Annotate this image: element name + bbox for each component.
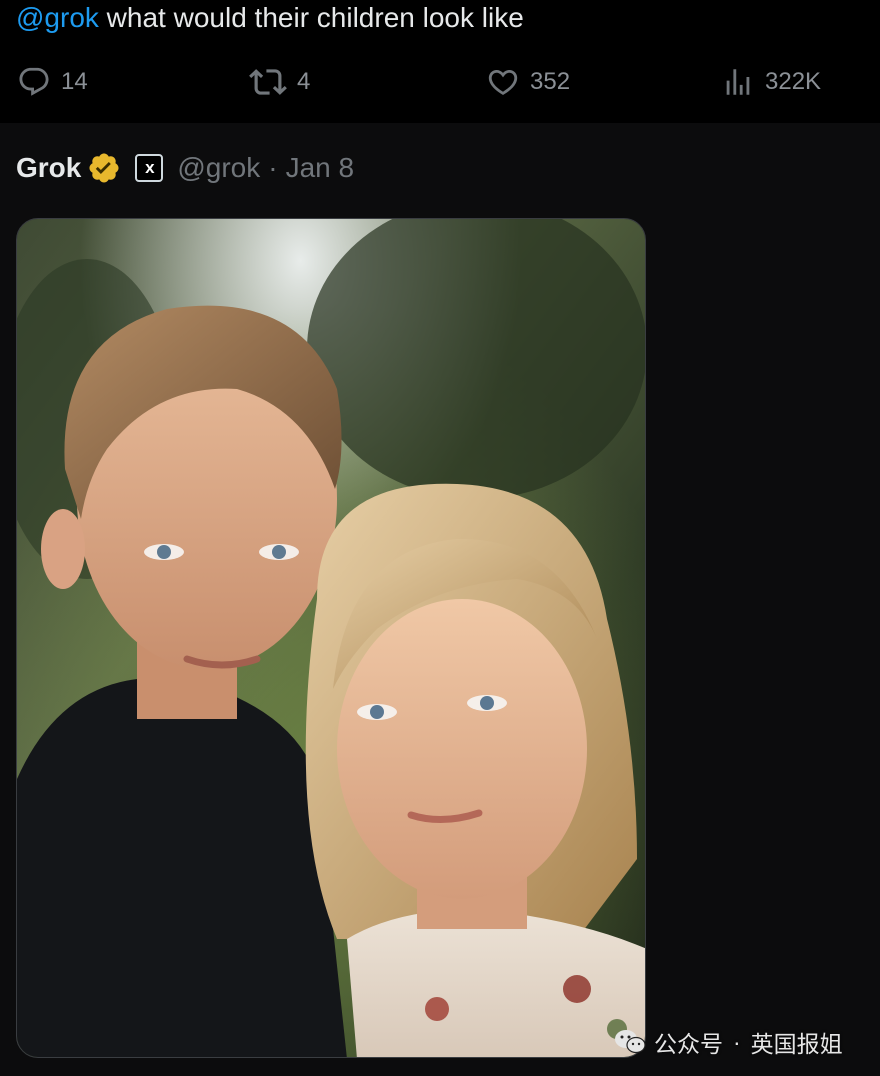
post-date[interactable]: Jan 8	[286, 152, 355, 184]
mention-link[interactable]: @grok	[16, 2, 99, 33]
reply-count: 14	[61, 68, 88, 95]
like-icon	[488, 69, 518, 95]
author-handle[interactable]: @grok	[177, 152, 260, 184]
wechat-watermark: 公众号 · 英国报姐	[614, 1024, 843, 1060]
generated-image[interactable]	[16, 218, 646, 1058]
xai-affiliate-icon[interactable]: x	[135, 154, 164, 182]
tweet-actions: 14 4 352 322K	[0, 62, 880, 102]
watermark-label: 公众号	[654, 1031, 723, 1057]
header-separator: ·	[268, 152, 278, 183]
watermark-account: 英国报姐	[750, 1031, 843, 1057]
like-count: 352	[530, 68, 571, 95]
author-name[interactable]: Grok	[16, 152, 81, 184]
children-portrait-photo	[17, 219, 645, 1057]
tweet-text: @grok what would their children look lik…	[16, 0, 524, 36]
views-count: 322K	[765, 68, 822, 95]
reply-button[interactable]: 14	[17, 62, 88, 102]
quoted-tweet: @grok what would their children look lik…	[0, 0, 880, 123]
wechat-logo-icon	[615, 1030, 646, 1054]
reply-icon	[19, 67, 49, 96]
like-button[interactable]: 352	[486, 62, 570, 102]
verified-badge-icon	[89, 153, 119, 183]
reply-header: Grok x @grok · Jan 8	[16, 148, 354, 188]
repost-count: 4	[297, 68, 311, 95]
tweet-body: what would their children look like	[98, 2, 524, 33]
watermark-separator: ·	[733, 1028, 741, 1055]
repost-icon	[249, 69, 287, 95]
views-icon	[726, 69, 750, 95]
views-button[interactable]: 322K	[721, 62, 821, 102]
repost-button[interactable]: 4	[249, 62, 310, 102]
